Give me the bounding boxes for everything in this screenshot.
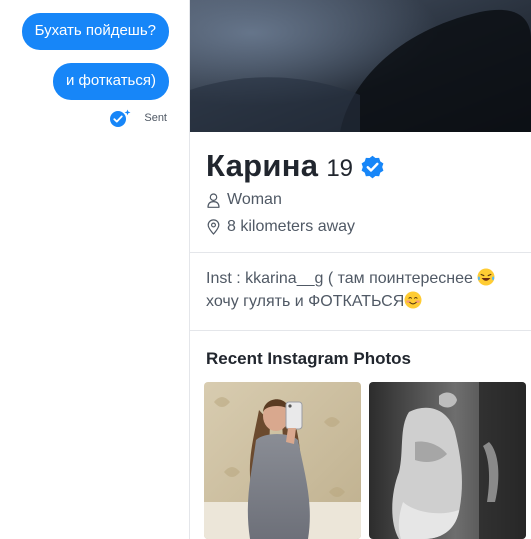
message-bubble[interactable]: и фоткаться) (53, 63, 169, 100)
smiling-blush-emoji-icon (404, 291, 422, 309)
gender-row: Woman (207, 191, 282, 209)
bio-text-1: Inst : kkarina__g ( там поинтереснее (206, 270, 473, 287)
profile-name: Карина (206, 148, 319, 183)
bio-text-2: хочу гулять и ФОТКАТЬСЯ (206, 293, 405, 310)
verified-badge-icon[interactable] (359, 154, 386, 181)
sent-check-icon (110, 109, 131, 127)
laughing-tears-emoji-icon (477, 268, 495, 286)
gender-label: Woman (227, 191, 282, 208)
location-pin-icon (207, 219, 220, 235)
distance-row: 8 kilometers away (207, 218, 355, 236)
profile-main-photo[interactable] (190, 0, 531, 132)
bio-line-1: Inst : kkarina__g ( там поинтереснее (206, 267, 531, 290)
section-divider (190, 252, 531, 253)
message-status: Sent (108, 108, 167, 128)
instagram-photo-1[interactable] (204, 382, 361, 539)
person-icon (207, 192, 220, 208)
message-bubble[interactable]: Бухать пойдешь? (21, 13, 169, 50)
section-divider (190, 330, 531, 331)
instagram-photos-title: Recent Instagram Photos (206, 349, 411, 368)
distance-label: 8 kilometers away (227, 218, 356, 235)
profile-panel: Карина 19 Woman 8 kilometers away Inst :… (190, 0, 531, 539)
sent-label: Sent (144, 112, 167, 124)
profile-name-row: Карина 19 (206, 148, 386, 184)
chat-thread: Бухать пойдешь? и фоткаться) Sent (0, 0, 189, 539)
profile-age: 19 (326, 155, 354, 182)
instagram-photo-2[interactable] (369, 382, 526, 539)
bio-line-2: хочу гулять и ФОТКАТЬСЯ (206, 290, 531, 313)
profile-bio: Inst : kkarina__g ( там поинтереснее хоч… (206, 267, 531, 313)
